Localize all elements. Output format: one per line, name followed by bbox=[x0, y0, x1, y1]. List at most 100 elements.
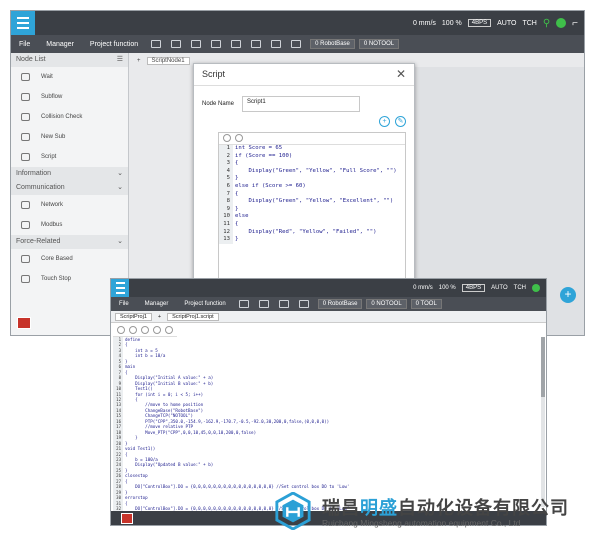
status-ok-icon bbox=[556, 18, 567, 28]
line-number: 9 bbox=[219, 205, 233, 214]
code-text: if (Score == 100) bbox=[235, 152, 293, 159]
tab-script-node[interactable]: ScriptNode1 bbox=[146, 57, 190, 65]
code-text: else bbox=[235, 213, 249, 220]
dialog-title: Script ✕ bbox=[194, 64, 414, 86]
redo-icon[interactable] bbox=[235, 134, 243, 142]
chat-icon[interactable] bbox=[251, 40, 262, 48]
edit-icon[interactable]: ✎ bbox=[395, 116, 406, 127]
tool-dropdown[interactable]: 0 NOTOOL bbox=[358, 39, 400, 49]
code-line[interactable]: 5} bbox=[219, 175, 405, 183]
node-network[interactable]: Network bbox=[11, 195, 128, 215]
code-line[interactable]: 12 Display("Red", "Yellow", "Failed", ""… bbox=[219, 228, 405, 237]
grid-icon[interactable] bbox=[298, 300, 309, 308]
tool-dropdown[interactable]: 0 NOTOOL bbox=[366, 299, 407, 309]
grid-icon[interactable] bbox=[271, 40, 282, 48]
menu-manager[interactable]: Manager bbox=[137, 301, 177, 307]
target-icon[interactable] bbox=[238, 300, 249, 308]
node-script[interactable]: Script bbox=[11, 147, 128, 167]
add-tab-icon[interactable]: + bbox=[158, 314, 161, 320]
frame-icon[interactable] bbox=[191, 40, 202, 48]
code-line[interactable]: 1 int Score = 65 bbox=[219, 145, 405, 153]
node-subflow[interactable]: Subflow bbox=[11, 87, 128, 107]
node-modbus[interactable]: Modbus bbox=[11, 215, 128, 235]
node-new-sub[interactable]: New Sub bbox=[11, 127, 128, 147]
add-node-button[interactable]: + bbox=[560, 287, 576, 303]
modbus-icon bbox=[21, 221, 30, 229]
undo-icon[interactable] bbox=[151, 40, 162, 48]
node-name-input[interactable]: Script1 bbox=[242, 96, 361, 112]
code-line[interactable]: 10 else bbox=[219, 213, 405, 221]
new-sub-icon bbox=[21, 133, 30, 141]
status-area-2: 0 mm/s 100 % 4BPS AUTO TCH bbox=[413, 279, 540, 297]
tool-icon[interactable] bbox=[278, 300, 289, 308]
code-line[interactable]: 8 Display("Green", "Yellow", "Excellent"… bbox=[219, 198, 405, 206]
robot-icon: ⌐ bbox=[572, 17, 578, 29]
base-dropdown[interactable]: 0 RobotBase bbox=[317, 299, 363, 309]
script-editor[interactable]: 1 int Score = 65 2 if (Score == 100) 3{4 Dis… bbox=[218, 132, 406, 288]
code-text: int Score = 65 bbox=[235, 145, 283, 151]
add-tab-icon[interactable]: + bbox=[137, 58, 141, 64]
line-number: 6 bbox=[219, 182, 233, 191]
node-collision[interactable]: Collision Check bbox=[11, 107, 128, 127]
screen-icon[interactable] bbox=[291, 40, 302, 48]
force-section[interactable]: Force-Related ⌄ bbox=[11, 235, 128, 249]
redo-icon[interactable] bbox=[171, 40, 182, 48]
code-text: { bbox=[235, 220, 239, 227]
subflow-icon bbox=[21, 93, 30, 101]
dialog-tools: + ✎ bbox=[379, 116, 406, 127]
close-icon[interactable]: ✕ bbox=[396, 67, 406, 81]
code-line[interactable]: 7{ bbox=[219, 190, 405, 199]
top-status-bar-2: 0 mm/s 100 % 4BPS AUTO TCH bbox=[111, 279, 546, 297]
menu-project-function[interactable]: Project function bbox=[82, 41, 146, 48]
robot-arm-icon: ⚲ bbox=[542, 17, 551, 29]
code-text: Move_PTP("CPP",0,0,10,45,0,0,10,200,0,fa… bbox=[125, 429, 257, 435]
code-line[interactable]: 9} bbox=[219, 205, 405, 214]
line-number: 8 bbox=[219, 198, 233, 206]
core-icon bbox=[21, 255, 30, 263]
tool-dropdown-2[interactable]: 0 TOOL bbox=[410, 299, 442, 309]
hamburger-menu-icon[interactable] bbox=[11, 11, 35, 35]
copy-icon[interactable] bbox=[153, 326, 161, 334]
paste-icon[interactable] bbox=[165, 326, 173, 334]
communication-section[interactable]: Communication ⌄ bbox=[11, 181, 128, 195]
hamburger-menu-icon[interactable] bbox=[111, 279, 129, 297]
tool-icon[interactable] bbox=[231, 40, 242, 48]
code-line[interactable]: 2 if (Score == 100) bbox=[219, 152, 405, 161]
undo-icon[interactable] bbox=[117, 326, 125, 334]
tch-label: TCH bbox=[513, 285, 526, 291]
base-dropdown[interactable]: 0 RobotBase bbox=[310, 39, 355, 49]
menu-project-function[interactable]: Project function bbox=[176, 301, 233, 307]
chevron-down-icon: ⌄ bbox=[117, 184, 123, 191]
tab-script-project[interactable]: ScriptProj1 bbox=[115, 312, 152, 321]
frame-icon[interactable] bbox=[258, 300, 269, 308]
emergency-stop-icon[interactable] bbox=[17, 317, 31, 329]
speed-percent: 100 % bbox=[441, 19, 462, 27]
node-core-based[interactable]: Core Based bbox=[11, 249, 128, 269]
project-tabs: ScriptProj1 + ScriptProj1.script bbox=[111, 311, 546, 323]
undo-icon[interactable] bbox=[223, 134, 231, 142]
information-section[interactable]: Information ⌄ bbox=[11, 167, 128, 181]
code-line[interactable]: 4 Display("Green", "Yellow", "Full Score… bbox=[219, 167, 405, 176]
code-line[interactable]: 6 else if (Score >= 60) bbox=[219, 182, 405, 191]
tch-label: TCH bbox=[522, 19, 537, 27]
line-number: 4 bbox=[219, 167, 233, 176]
mode-label: AUTO bbox=[497, 19, 517, 27]
menu-manager[interactable]: Manager bbox=[38, 41, 82, 48]
search-icon[interactable] bbox=[211, 40, 222, 48]
menu-file[interactable]: File bbox=[111, 301, 137, 307]
code-text: void Test1() bbox=[125, 446, 156, 452]
redo-icon[interactable] bbox=[129, 326, 137, 334]
save-icon[interactable] bbox=[141, 326, 149, 334]
tab-script-file[interactable]: ScriptProj1.script bbox=[167, 312, 219, 321]
zoom-icon[interactable]: + bbox=[379, 116, 390, 127]
fps-badge: 4BPS bbox=[467, 19, 492, 27]
code-line[interactable]: 11{ bbox=[219, 220, 405, 229]
emergency-stop-icon[interactable] bbox=[121, 513, 133, 524]
line-number: 10 bbox=[219, 213, 233, 221]
code-line[interactable]: 3{ bbox=[219, 160, 405, 168]
menu-file[interactable]: File bbox=[11, 41, 38, 48]
node-wait[interactable]: Wait bbox=[11, 67, 128, 87]
editor-toolbar bbox=[219, 133, 405, 145]
code-line[interactable]: 13} bbox=[219, 236, 405, 244]
editor-scrollbar[interactable] bbox=[541, 337, 545, 507]
